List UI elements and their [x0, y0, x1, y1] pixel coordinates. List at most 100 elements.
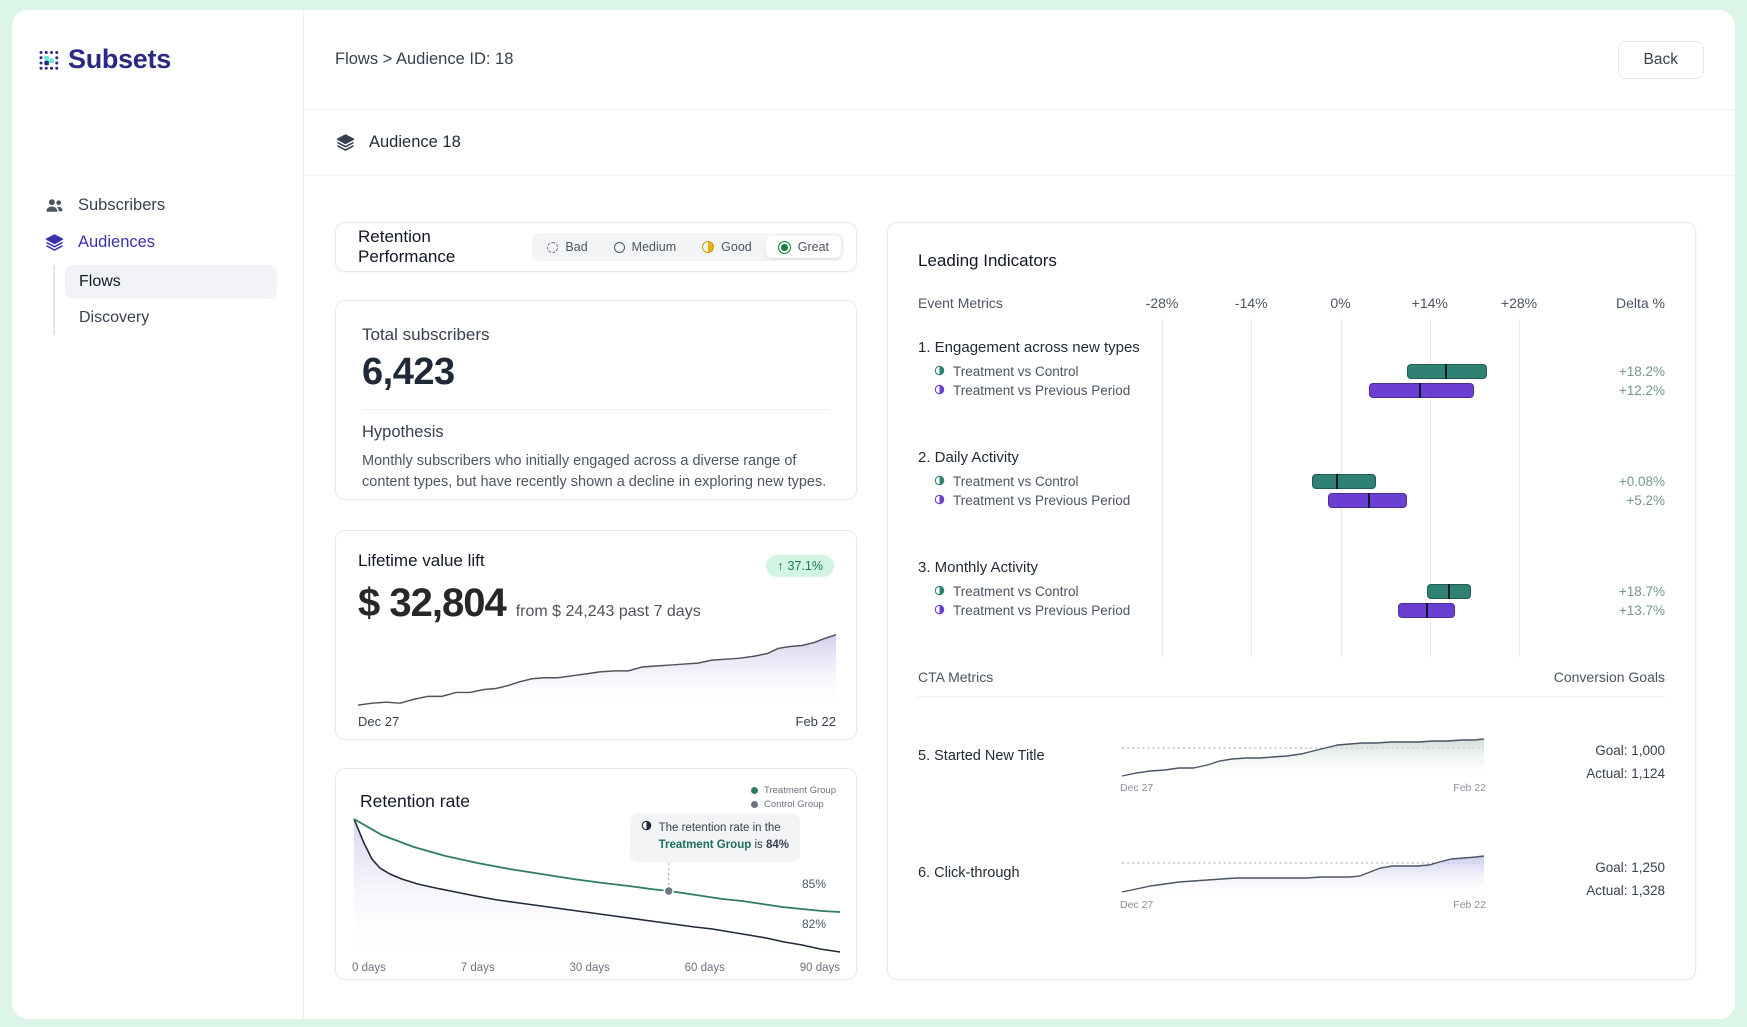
event-metric-group: 3. Monthly ActivityTreatment vs Control+… — [918, 559, 1665, 620]
breadcrumb[interactable]: Flows > Audience ID: 18 — [335, 50, 513, 69]
tooltip-prefix: The retention rate in the — [659, 822, 781, 834]
legend-label: Treatment Group — [764, 785, 836, 796]
legend-dot-icon — [751, 787, 758, 794]
sidebar-item-label: Audiences — [78, 233, 155, 252]
treatment-end-label: 85% — [802, 877, 826, 891]
leading-indicators-card: Leading Indicators Event Metrics Delta %… — [887, 222, 1696, 980]
segment-option-medium[interactable]: Medium — [602, 236, 688, 258]
tooltip-value: 84% — [766, 839, 789, 851]
x-end-label: Feb 22 — [796, 714, 836, 729]
box-plot-box — [1407, 364, 1487, 379]
contrast-icon — [934, 364, 945, 379]
comparison-row: Treatment vs Control +18.2% — [918, 362, 1665, 381]
sidebar-item-flows[interactable]: Flows — [65, 265, 277, 299]
lift-badge: ↑ 37.1% — [766, 555, 834, 577]
group-title: 1. Engagement across new types — [918, 339, 1665, 356]
segment-option-label: Bad — [565, 240, 587, 254]
contrast-icon — [934, 493, 945, 508]
retention-rate-card: Retention rate Treatment Group Control Gr… — [335, 768, 857, 980]
lifetime-value-comparison: from $ 24,243 past 7 days — [516, 603, 701, 621]
retention-performance-card: Retention Performance BadMediumGoodGreat — [335, 222, 857, 272]
cta-item-label: 5. Started New Title — [918, 729, 1120, 764]
arrow-up-icon: ↑ — [777, 559, 783, 573]
legend-label: Control Group — [764, 799, 824, 810]
comparison-row-label: Treatment vs Previous Period — [918, 603, 1162, 618]
tooltip-group: Treatment Group — [659, 839, 752, 851]
axis-tick-label: -28% — [1146, 295, 1179, 311]
x-tick-label: 7 days — [461, 962, 495, 974]
cta-item: 5. Started New TitleDec 27Feb 22Goal: 1,… — [918, 729, 1665, 794]
comparison-label: Treatment vs Control — [953, 364, 1079, 379]
sidebar-subnav: FlowsDiscovery — [53, 265, 277, 335]
tooltip-middle: is — [754, 839, 762, 851]
contrast-icon — [934, 474, 945, 489]
comparison-label: Treatment vs Previous Period — [953, 383, 1130, 398]
comparison-row: Treatment vs Previous Period +12.2% — [918, 381, 1665, 400]
lifetime-value-area-chart — [358, 623, 836, 711]
leading-indicators-title: Leading Indicators — [918, 251, 1665, 271]
cta-sparkline: Dec 27 Feb 22 — [1120, 846, 1486, 911]
comparison-label: Treatment vs Previous Period — [953, 493, 1130, 508]
divider — [362, 409, 830, 410]
filled-circle-icon — [778, 241, 791, 254]
retention-rate-legend: Treatment Group Control Group — [751, 785, 836, 813]
logo[interactable]: Subsets — [38, 44, 277, 75]
retention-tooltip-text: The retention rate in the Treatment Grou… — [659, 820, 789, 855]
axis-tick-label: 0% — [1330, 295, 1350, 311]
back-button[interactable]: Back — [1618, 41, 1704, 79]
segment-option-great[interactable]: Great — [766, 236, 841, 258]
sidebar-item-subscribers[interactable]: Subscribers — [38, 187, 277, 224]
dashed-circle-icon — [547, 242, 558, 253]
delta-value: +12.2% — [1519, 383, 1665, 398]
event-metric-groups: 1. Engagement across new types Treatment … — [918, 339, 1665, 620]
legend-item: Treatment Group — [751, 785, 836, 796]
box-plot-median — [1419, 383, 1421, 398]
comparison-row: Treatment vs Control +0.08% — [918, 472, 1665, 491]
segment-option-label: Medium — [632, 240, 676, 254]
sidebar-item-label: Subscribers — [78, 196, 165, 215]
x-start-label: Dec 27 — [1120, 899, 1153, 911]
segment-option-label: Good — [721, 240, 752, 254]
lifetime-value-x-axis: Dec 27 Feb 22 — [358, 714, 836, 729]
box-plot-median — [1336, 474, 1338, 489]
comparison-row: Treatment vs Previous Period+13.7% — [918, 601, 1665, 620]
box-plot-median — [1448, 584, 1450, 599]
conversion-goal: Goal: 1,000Actual: 1,124 — [1486, 729, 1665, 781]
subsets-logo-icon — [38, 49, 59, 70]
box-plot-track — [1162, 584, 1519, 599]
subheader: Audience 18 — [304, 110, 1735, 176]
cta-item: 6. Click-throughDec 27Feb 22Goal: 1,250A… — [918, 846, 1665, 911]
sidebar-nav: Subscribers Audiences FlowsDiscovery — [38, 187, 277, 335]
sidebar: Subsets Subscribers Audiences FlowsDiscove… — [12, 10, 304, 1019]
segment-option-bad[interactable]: Bad — [535, 236, 599, 258]
box-plot-track — [1162, 603, 1519, 618]
total-subscribers-label: Total subscribers — [362, 325, 830, 345]
box-plot-box — [1369, 383, 1474, 398]
total-subscribers-value: 6,423 — [362, 351, 830, 394]
contrast-icon — [934, 584, 945, 599]
lifetime-value-amount: $ 32,804 — [358, 581, 506, 626]
retention-tooltip: The retention rate in the Treatment Grou… — [630, 813, 800, 862]
delta-value: +18.2% — [1519, 364, 1665, 379]
x-start-label: Dec 27 — [358, 714, 399, 729]
x-end-label: Feb 22 — [1453, 899, 1486, 911]
goal-value: Goal: 1,000 — [1486, 743, 1665, 758]
lift-badge-value: 37.1% — [788, 559, 823, 573]
delta-value: +0.08% — [1519, 474, 1665, 489]
sidebar-item-audiences[interactable]: Audiences — [38, 224, 277, 261]
x-start-label: Dec 27 — [1120, 782, 1153, 794]
comparison-row-label: Treatment vs Previous Period — [918, 493, 1162, 508]
hypothesis-text: Monthly subscribers who initially engage… — [362, 451, 830, 492]
sidebar-item-discovery[interactable]: Discovery — [65, 301, 277, 335]
cta-metrics-label: CTA Metrics — [918, 669, 993, 685]
box-plot-track — [1162, 364, 1519, 379]
control-end-label: 82% — [802, 917, 826, 931]
retention-rate-title: Retention rate — [360, 791, 470, 812]
app-window: Subsets Subscribers Audiences FlowsDiscove… — [12, 10, 1735, 1019]
comparison-label: Treatment vs Control — [953, 474, 1079, 489]
group-title: 3. Monthly Activity — [918, 559, 1665, 576]
cta-items: 5. Started New Title Dec 27 Feb 22 Goal: 1,… — [918, 729, 1665, 911]
cta-sparkline: Dec 27Feb 22 — [1120, 729, 1486, 794]
x-tick-label: 0 days — [352, 962, 386, 974]
segment-option-good[interactable]: Good — [690, 236, 764, 258]
